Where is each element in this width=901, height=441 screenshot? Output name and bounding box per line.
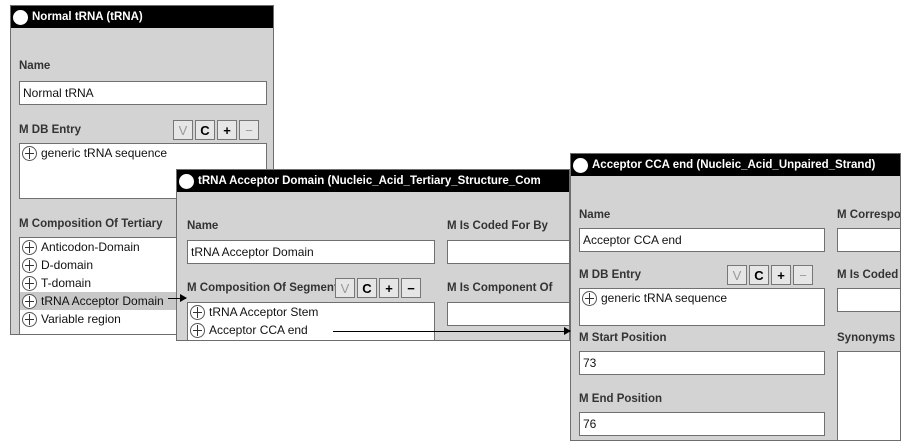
add-button[interactable]: + [379, 278, 399, 298]
name-field[interactable]: Acceptor CCA end [579, 228, 825, 252]
link-arrow-to-acceptor-domain [168, 294, 187, 302]
remove-button[interactable]: − [239, 120, 259, 140]
list-item-label: Acceptor CCA end [209, 323, 308, 337]
window-body: Name tRNA Acceptor Domain M Is Coded For… [177, 192, 569, 340]
component-of-label: M Is Component Of [447, 282, 553, 294]
list-item-label: T-domain [41, 276, 92, 290]
composition-label: M Composition Of Segments [187, 282, 345, 294]
correspond-label: M Correspo [837, 209, 901, 221]
window-trna-acceptor-domain: tRNA Acceptor Domain (Nucleic_Acid_Terti… [176, 169, 570, 341]
create-button[interactable]: C [195, 120, 215, 140]
composition-list[interactable]: tRNA Acceptor Stem Acceptor CCA end [187, 302, 435, 340]
start-position-label: M Start Position [579, 332, 667, 344]
instance-icon [13, 9, 28, 25]
coded-field[interactable] [837, 288, 900, 312]
name-label: Name [19, 60, 51, 72]
add-button[interactable]: + [771, 265, 791, 285]
instance-icon [22, 293, 37, 309]
instance-icon [190, 322, 205, 338]
list-item[interactable]: generic tRNA sequence [580, 289, 824, 307]
list-item[interactable]: generic tRNA sequence [20, 144, 266, 162]
db-entry-toolbar: V C + − [727, 265, 813, 285]
list-item-label: tRNA Acceptor Stem [209, 305, 319, 319]
db-entry-label: M DB Entry [19, 124, 81, 136]
db-entry-toolbar: V C + − [173, 120, 259, 140]
list-item[interactable]: Acceptor CCA end [188, 321, 434, 339]
window-title-bar[interactable]: tRNA Acceptor Domain (Nucleic_Acid_Terti… [177, 170, 569, 192]
name-field[interactable]: Normal tRNA [19, 81, 267, 105]
add-button[interactable]: + [217, 120, 237, 140]
create-button[interactable]: C [357, 278, 377, 298]
start-position-field[interactable]: 73 [579, 351, 825, 375]
link-arrow-to-acceptor-cca-end [333, 327, 571, 335]
view-button[interactable]: V [173, 120, 193, 140]
correspond-field[interactable] [837, 228, 900, 252]
view-button[interactable]: V [335, 278, 355, 298]
end-position-field[interactable]: 76 [579, 412, 825, 436]
name-field[interactable]: tRNA Acceptor Domain [187, 240, 435, 264]
coded-label: M Is Coded [837, 269, 899, 281]
name-label: Name [187, 220, 219, 232]
component-of-field[interactable] [447, 302, 569, 326]
window-title: tRNA Acceptor Domain (Nucleic_Acid_Terti… [198, 175, 541, 187]
list-item-label: Anticodon-Domain [41, 240, 140, 254]
synonyms-label: Synonyms [837, 332, 896, 344]
window-body: Name Acceptor CCA end M Correspo M DB En… [571, 176, 900, 440]
list-item-label: Variable region [41, 312, 121, 326]
window-title-bar[interactable]: Acceptor CCA end (Nucleic_Acid_Unpaired_… [571, 154, 900, 176]
instance-icon [190, 304, 205, 320]
instance-icon [22, 311, 37, 327]
instance-icon [582, 290, 597, 306]
list-item-label: generic tRNA sequence [601, 291, 728, 305]
list-item-label: tRNA Acceptor Domain [41, 294, 164, 308]
remove-button[interactable]: − [401, 278, 421, 298]
instance-icon [22, 145, 37, 161]
list-item[interactable]: tRNA Acceptor Stem [188, 303, 434, 321]
view-button[interactable]: V [727, 265, 747, 285]
window-title-bar[interactable]: Normal tRNA (tRNA) [11, 6, 273, 28]
composition-toolbar: V C + − [335, 278, 421, 298]
name-label: Name [579, 209, 611, 221]
instance-icon [179, 173, 194, 189]
list-item-label: D-domain [41, 258, 94, 272]
synonyms-list[interactable] [837, 351, 900, 440]
remove-button[interactable]: − [793, 265, 813, 285]
instance-icon [22, 257, 37, 273]
create-button[interactable]: C [749, 265, 769, 285]
instance-icon [573, 157, 588, 173]
composition-label: M Composition Of Tertiary [19, 218, 163, 230]
instance-icon [22, 275, 37, 291]
db-entry-list[interactable]: generic tRNA sequence [579, 288, 825, 326]
window-acceptor-cca-end: Acceptor CCA end (Nucleic_Acid_Unpaired_… [570, 153, 901, 441]
list-item-label: generic tRNA sequence [41, 146, 168, 160]
instance-icon [22, 239, 37, 255]
end-position-label: M End Position [579, 393, 663, 405]
window-title: Acceptor CCA end (Nucleic_Acid_Unpaired_… [592, 159, 876, 171]
db-entry-label: M DB Entry [579, 269, 641, 281]
window-title: Normal tRNA (tRNA) [32, 11, 143, 23]
coded-for-by-field[interactable] [447, 240, 569, 264]
coded-for-by-label: M Is Coded For By [447, 220, 548, 232]
